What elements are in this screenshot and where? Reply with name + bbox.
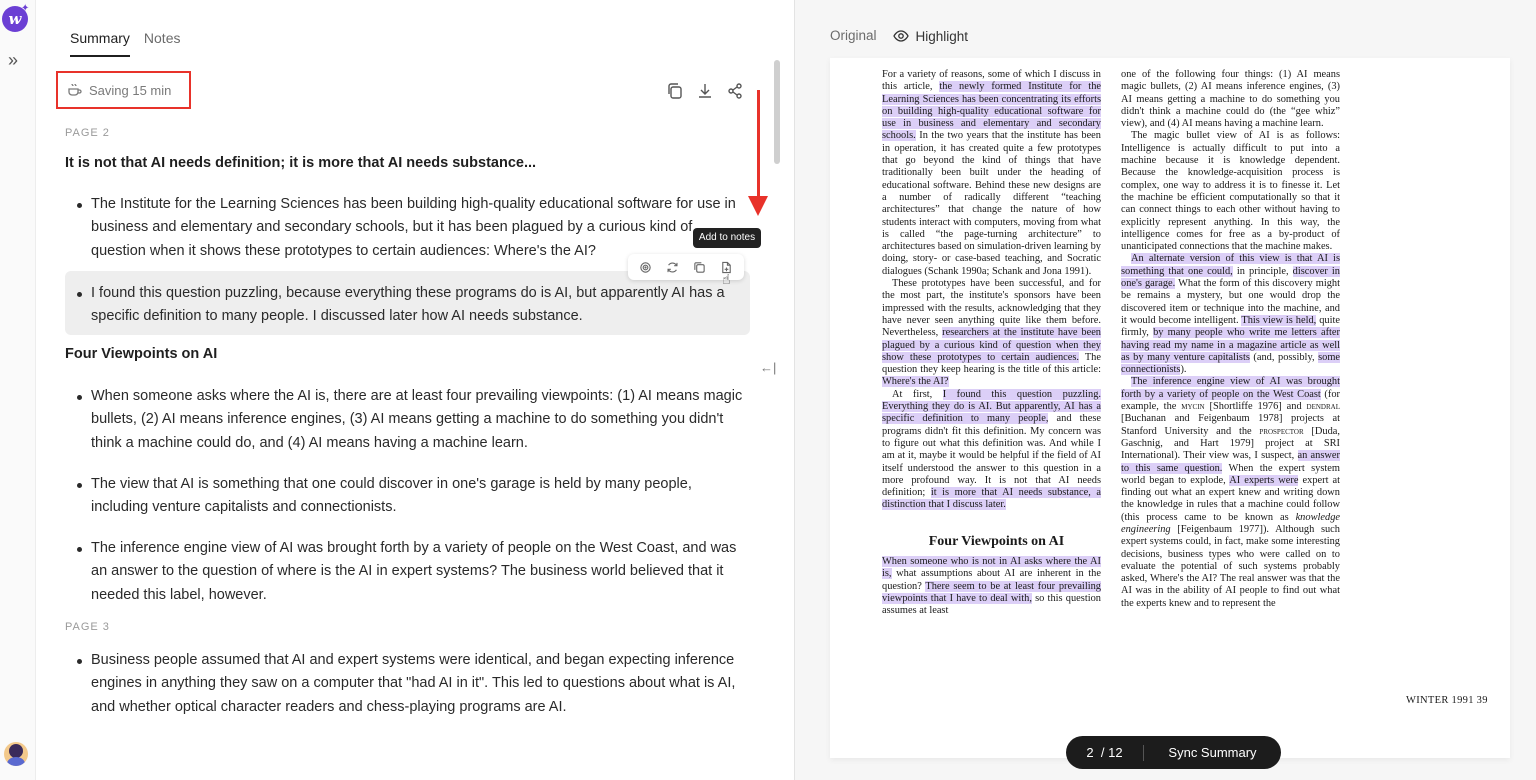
coffee-cup-icon [68, 83, 82, 96]
regenerate-icon[interactable] [666, 261, 679, 274]
tab-original[interactable]: Original [830, 28, 877, 44]
highlight[interactable]: Where's the AI? [882, 376, 949, 388]
download-icon[interactable] [696, 82, 714, 100]
summary-panel: Summary Notes Saving 15 min PAGE 2 It is… [36, 0, 794, 780]
summary-bullet: I found this question puzzling, because … [74, 282, 750, 329]
highlight[interactable]: AI experts were [1229, 474, 1299, 486]
saving-text: Saving 15 min [89, 82, 172, 98]
page-label: PAGE 3 [65, 621, 110, 633]
sync-summary-button[interactable]: Sync Summary [1144, 745, 1281, 760]
summary-bullet: The Institute for the Learning Sciences … [74, 193, 750, 263]
share-icon[interactable] [726, 82, 744, 100]
copy-icon[interactable] [666, 82, 684, 100]
document-page: For a variety of reasons, some of which … [830, 58, 1510, 758]
summary-bullet: The inference engine view of AI was brou… [74, 537, 750, 607]
highlight[interactable]: This view is held, [1241, 314, 1317, 326]
tab-highlight-label: Highlight [915, 28, 969, 44]
target-icon[interactable] [639, 261, 652, 274]
saving-badge: Saving 15 min [56, 71, 191, 109]
copy-bullet-icon[interactable] [693, 261, 706, 274]
page-footer: WINTER 1991 39 [1406, 695, 1488, 706]
hand-cursor-icon: ☝ [722, 271, 731, 287]
eye-icon [892, 30, 909, 42]
annotation-arrow [757, 90, 760, 200]
app-root: w ✦ » Summary Notes Saving 15 min PAGE 2… [0, 0, 1536, 780]
sparkle-icon: ✦ [21, 3, 30, 14]
summary-scrollbar[interactable] [774, 60, 780, 164]
document-column-right: one of the following four things: (1) AI… [1121, 69, 1341, 609]
left-rail: w ✦ » [0, 0, 36, 780]
tab-highlight[interactable]: Highlight [892, 28, 969, 44]
user-avatar[interactable] [4, 742, 28, 766]
page-label: PAGE 2 [65, 127, 110, 139]
page-navigator: 2 / 12 Sync Summary [1066, 736, 1281, 769]
tab-notes[interactable]: Notes [144, 30, 181, 57]
summary-toolbar [666, 82, 744, 100]
section-heading: It is not that AI needs definition; it i… [65, 155, 537, 171]
document-heading: Four Viewpoints on AI [928, 533, 1065, 549]
collapse-panel-icon[interactable]: ←| [760, 360, 776, 375]
tab-summary[interactable]: Summary [70, 30, 130, 57]
summary-bullet: The view that AI is something that one c… [74, 473, 750, 520]
panel-tabs: Summary Notes [70, 30, 180, 57]
add-to-notes-tooltip: Add to notes [693, 228, 761, 248]
highlight[interactable]: The inference engine view of AI was brou… [1121, 376, 1340, 400]
annotation-arrow-head [748, 196, 768, 216]
expand-sidebar-icon[interactable]: » [8, 50, 18, 70]
original-panel: Original Highlight For a variety of reas… [795, 0, 1536, 780]
page-counter[interactable]: 2 / 12 [1066, 745, 1143, 760]
original-tabs: Original Highlight [830, 28, 968, 44]
document-column-left: For a variety of reasons, some of which … [882, 69, 1102, 617]
summary-bullet: Business people assumed that AI and expe… [74, 649, 750, 719]
section-heading: Four Viewpoints on AI [65, 346, 218, 362]
summary-bullet: When someone asks where the AI is, there… [74, 385, 750, 455]
